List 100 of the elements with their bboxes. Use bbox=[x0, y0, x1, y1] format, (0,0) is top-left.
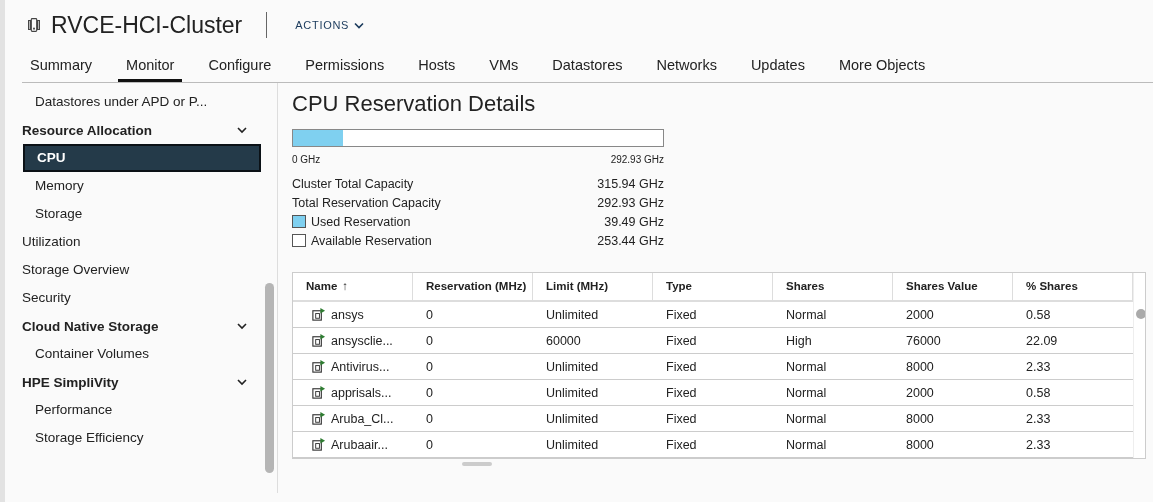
stat-label: Available Reservation bbox=[311, 233, 433, 248]
sidebar-item[interactable]: Storage Efficiency bbox=[5, 424, 263, 452]
table-cell: 2.33 bbox=[1026, 437, 1051, 452]
table-cell: Normal bbox=[786, 307, 827, 322]
scrollbar-thumb[interactable] bbox=[462, 462, 492, 466]
sidebar-item[interactable]: CPU bbox=[23, 144, 261, 172]
table-cell: Fixed bbox=[666, 333, 697, 348]
vm-icon bbox=[311, 359, 326, 374]
section-title: CPU Reservation Details bbox=[292, 91, 537, 117]
column-header[interactable]: Name bbox=[306, 280, 338, 292]
stat-label: Used Reservation bbox=[311, 214, 412, 229]
table-cell: ansys bbox=[331, 307, 364, 322]
tab[interactable]: Summary bbox=[22, 50, 101, 82]
table-cell: 22.09 bbox=[1026, 333, 1058, 348]
group-label: Cloud Native Storage bbox=[22, 318, 159, 334]
stat-value: 253.44 GHz bbox=[597, 233, 664, 248]
table-cell: 0 bbox=[426, 411, 433, 426]
stat-value: 315.94 GHz bbox=[597, 176, 664, 191]
table-cell: Normal bbox=[786, 437, 827, 452]
table-cell: Unlimited bbox=[546, 411, 599, 426]
table-cell: Unlimited bbox=[546, 437, 599, 452]
sidebar-item[interactable]: Security bbox=[5, 284, 263, 312]
tab[interactable]: VMs bbox=[481, 50, 527, 82]
tab[interactable]: Monitor bbox=[118, 50, 183, 82]
vm-icon bbox=[311, 307, 326, 322]
vm-icon bbox=[311, 385, 326, 400]
table-cell: Normal bbox=[786, 411, 827, 426]
table-cell: ansysclie... bbox=[331, 333, 393, 348]
table-cell: Unlimited bbox=[546, 307, 599, 322]
table-cell: 2000 bbox=[906, 307, 934, 322]
table-cell: 0 bbox=[426, 359, 433, 374]
column-header[interactable]: % Shares bbox=[1026, 280, 1078, 292]
tab[interactable]: Permissions bbox=[297, 50, 393, 82]
stat-value: 292.93 GHz bbox=[597, 195, 664, 210]
stat-value: 39.49 GHz bbox=[604, 214, 664, 229]
column-header[interactable]: Limit (MHz) bbox=[546, 280, 608, 292]
sort-arrow-icon: ↑ bbox=[342, 280, 349, 292]
table-cell: Fixed bbox=[666, 359, 697, 374]
table-cell: 2000 bbox=[906, 385, 934, 400]
sidebar-item[interactable]: Utilization bbox=[5, 228, 263, 256]
table-cell: 76000 bbox=[906, 333, 941, 348]
table-cell: 2.33 bbox=[1026, 411, 1051, 426]
scrollbar-thumb[interactable] bbox=[1136, 309, 1145, 319]
table-cell: 0.58 bbox=[1026, 385, 1051, 400]
table-cell: 8000 bbox=[906, 437, 934, 452]
sidebar-item[interactable]: Performance bbox=[5, 396, 263, 424]
sidebar-item[interactable]: Datastores under APD or P... bbox=[5, 88, 263, 116]
axis-label: 292.93 GHz bbox=[610, 154, 664, 165]
table-cell: Normal bbox=[786, 385, 827, 400]
axis-label: 0 GHz bbox=[292, 154, 321, 165]
table-cell: Normal bbox=[786, 359, 827, 374]
chevron-down-icon bbox=[354, 21, 365, 29]
chevron-down-icon bbox=[237, 377, 247, 387]
table-cell: Antivirus... bbox=[331, 359, 390, 374]
table-cell: 60000 bbox=[546, 333, 581, 348]
table-cell: Unlimited bbox=[546, 385, 599, 400]
table-cell: Arubaair... bbox=[331, 437, 388, 452]
chevron-down-icon bbox=[237, 125, 247, 135]
group-label: Resource Allocation bbox=[22, 122, 153, 138]
table-cell: 0 bbox=[426, 385, 433, 400]
table-cell: 2.33 bbox=[1026, 359, 1051, 374]
table-cell: 0 bbox=[426, 333, 433, 348]
stat-label: Cluster Total Capacity bbox=[292, 176, 415, 191]
scrollbar-thumb[interactable] bbox=[265, 283, 274, 473]
table-cell: 0 bbox=[426, 437, 433, 452]
tab[interactable]: Updates bbox=[742, 50, 813, 82]
table-cell: Fixed bbox=[666, 411, 697, 426]
vm-icon bbox=[311, 437, 326, 452]
column-header[interactable]: Reservation (MHz) bbox=[426, 280, 527, 292]
table-cell: Aruba_Cl... bbox=[331, 411, 394, 426]
table-cell: 0.58 bbox=[1026, 307, 1051, 322]
actions-button[interactable]: ACTIONS bbox=[293, 17, 367, 33]
tab[interactable]: Hosts bbox=[410, 50, 464, 82]
tab[interactable]: Configure bbox=[200, 50, 280, 82]
sidebar-item[interactable]: Container Volumes bbox=[5, 340, 263, 368]
sidebar-group[interactable]: Resource Allocation bbox=[5, 116, 263, 144]
tab[interactable]: Networks bbox=[648, 50, 725, 82]
sidebar-item[interactable]: Memory bbox=[5, 172, 263, 200]
tab[interactable]: Datastores bbox=[544, 50, 631, 82]
column-header[interactable]: Shares Value bbox=[906, 280, 978, 292]
table-cell: Fixed bbox=[666, 307, 697, 322]
vm-icon bbox=[311, 411, 326, 426]
table-cell: 8000 bbox=[906, 411, 934, 426]
table-cell: 8000 bbox=[906, 359, 934, 374]
stat-label: Total Reservation Capacity bbox=[292, 195, 442, 210]
chevron-down-icon bbox=[237, 321, 247, 331]
table-cell: Fixed bbox=[666, 385, 697, 400]
sidebar-item[interactable]: Storage bbox=[5, 200, 263, 228]
group-label: HPE SimpliVity bbox=[22, 374, 119, 390]
sidebar-group[interactable]: HPE SimpliVity bbox=[5, 368, 263, 396]
sidebar-group[interactable]: Cloud Native Storage bbox=[5, 312, 263, 340]
table-cell: High bbox=[786, 333, 812, 348]
vm-icon bbox=[311, 333, 326, 348]
column-header[interactable]: Type bbox=[666, 280, 692, 292]
table-cell: Fixed bbox=[666, 437, 697, 452]
table-cell: 0 bbox=[426, 307, 433, 322]
cluster-icon bbox=[25, 16, 43, 34]
column-header[interactable]: Shares bbox=[786, 280, 825, 292]
tab[interactable]: More Objects bbox=[830, 50, 934, 82]
sidebar-item[interactable]: Storage Overview bbox=[5, 256, 263, 284]
